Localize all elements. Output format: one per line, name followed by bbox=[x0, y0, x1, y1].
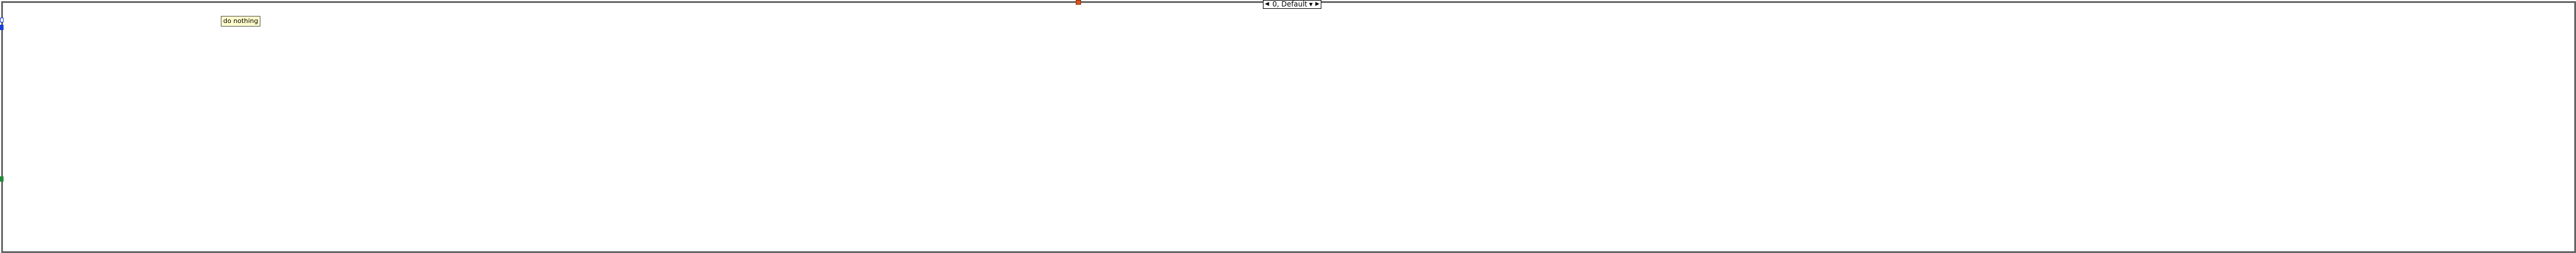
triangle-left-icon[interactable]: ◀ bbox=[1263, 1, 1271, 8]
input-tunnel-data[interactable] bbox=[0, 176, 4, 182]
case-structure-frame bbox=[1, 1, 2576, 253]
input-tunnel-error[interactable] bbox=[0, 25, 4, 30]
comment-note: do nothing bbox=[221, 16, 261, 27]
case-selector-value[interactable]: 0, Default bbox=[1271, 1, 1309, 8]
chevron-down-icon[interactable]: ▼ bbox=[1309, 2, 1314, 7]
case-selector-label[interactable]: ◀ 0, Default ▼ ▶ bbox=[1263, 0, 1322, 9]
input-tunnel-refnum[interactable] bbox=[0, 18, 4, 22]
triangle-right-icon[interactable]: ▶ bbox=[1314, 1, 1321, 8]
case-selector-terminal[interactable] bbox=[1076, 0, 1081, 5]
